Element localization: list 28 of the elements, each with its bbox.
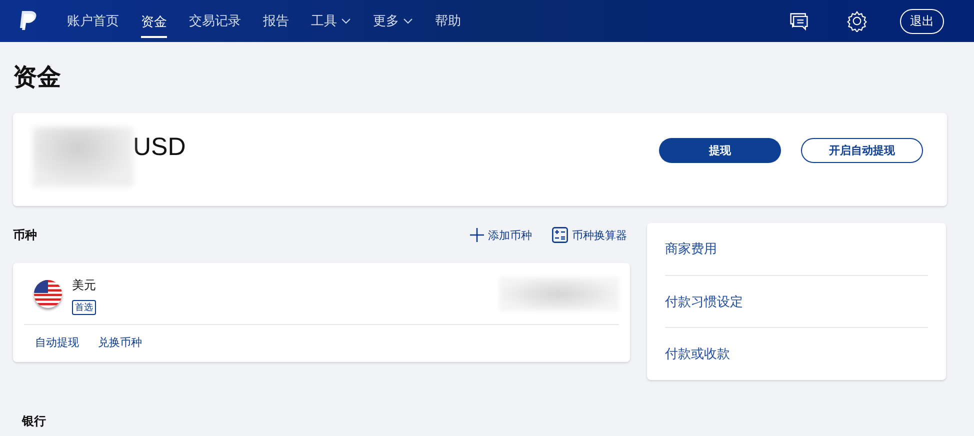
page-title: 资金 bbox=[13, 63, 62, 93]
messages-icon[interactable] bbox=[788, 11, 810, 31]
nav-tab[interactable]: 工具 bbox=[300, 0, 362, 42]
logout-button[interactable]: 退出 bbox=[900, 8, 944, 34]
preferred-badge: 首选 bbox=[72, 300, 96, 315]
calculator-icon bbox=[552, 227, 568, 243]
side-link[interactable]: 付款或收款 bbox=[665, 328, 928, 380]
currency-code: USD bbox=[133, 133, 186, 162]
auto-withdraw-button[interactable]: 开启自动提现 bbox=[801, 138, 923, 163]
nav-tab[interactable]: 资金 bbox=[130, 0, 178, 42]
nav-tab[interactable]: 帮助 bbox=[424, 0, 472, 42]
side-link[interactable]: 商家费用 bbox=[665, 223, 928, 276]
currency-link[interactable]: 兑换币种 bbox=[98, 335, 142, 350]
settings-icon[interactable] bbox=[846, 10, 868, 32]
nav-tab[interactable]: 交易记录 bbox=[178, 0, 252, 42]
add-currency-link[interactable]: 添加币种 bbox=[470, 227, 532, 243]
section-title: 银行 bbox=[22, 413, 47, 430]
nav-tab[interactable]: 报告 bbox=[252, 0, 300, 42]
plus-icon bbox=[470, 228, 484, 242]
nav-tab[interactable]: 更多 bbox=[362, 0, 424, 42]
converter-link[interactable]: 币种换算器 bbox=[552, 227, 627, 243]
side-link[interactable]: 付款习惯设定 bbox=[665, 276, 928, 328]
currency-name: 美元 bbox=[72, 277, 96, 294]
currency-link[interactable]: 自动提现 bbox=[35, 335, 79, 350]
logo-icon[interactable] bbox=[18, 10, 38, 32]
withdraw-button[interactable]: 提现 bbox=[659, 138, 781, 163]
section-title: 币种 bbox=[13, 226, 37, 244]
nav-tab[interactable]: 账户首页 bbox=[56, 0, 130, 42]
